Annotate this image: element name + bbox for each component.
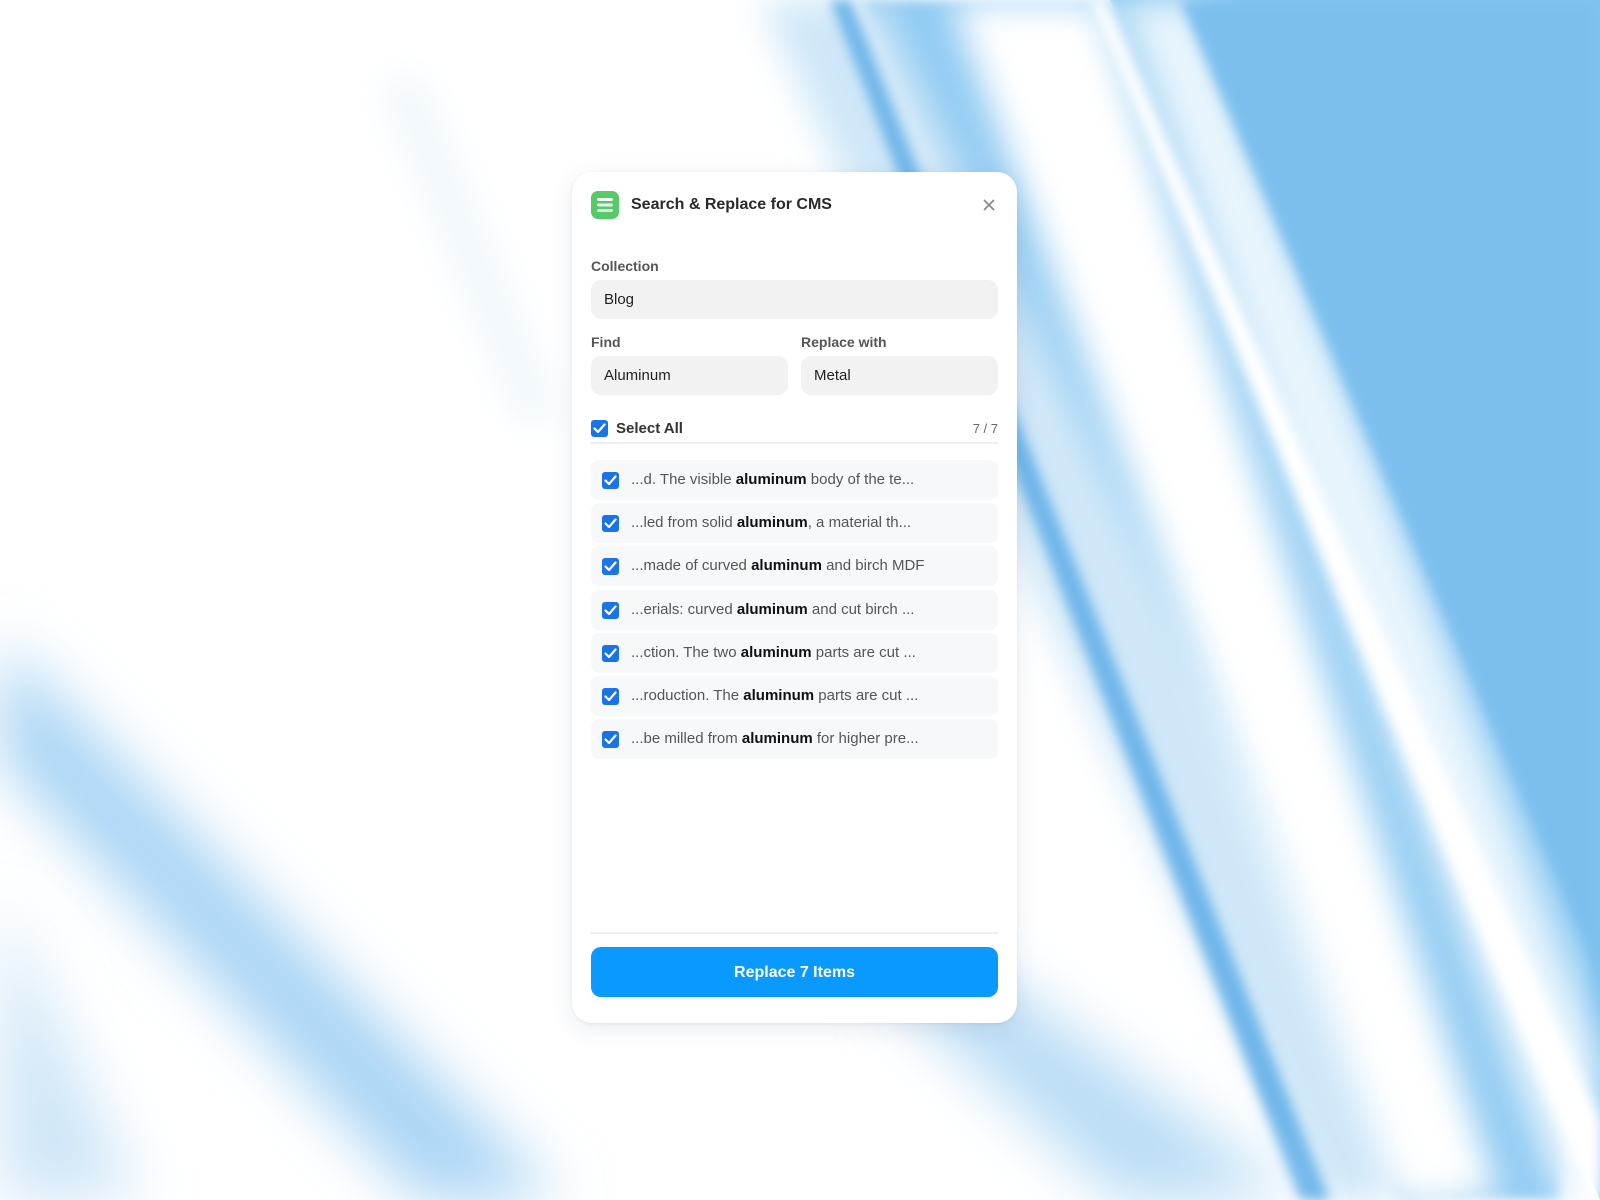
result-snippet: ...made of curved aluminum and birch MDF [631,557,925,574]
match-highlight: aluminum [740,644,812,661]
close-icon [983,199,995,211]
select-all-label: Select All [616,420,683,437]
match-highlight: aluminum [751,557,822,574]
result-snippet: ...erials: curved aluminum and cut birch… [631,601,915,618]
match-highlight: aluminum [735,471,807,488]
result-checkbox[interactable] [602,472,619,489]
find-input[interactable]: Aluminum [591,356,788,395]
replace-label: Replace with [801,334,887,350]
check-icon [604,734,617,745]
result-checkbox[interactable] [602,558,619,575]
check-icon [604,561,617,572]
result-item[interactable]: ...ction. The two aluminum parts are cut… [591,633,998,673]
result-checkbox[interactable] [602,645,619,662]
match-highlight: aluminum [736,514,808,531]
check-icon [604,475,617,486]
replace-items-button[interactable]: Replace 7 Items [591,947,998,997]
select-all-row: Select All 7 / 7 [591,419,998,439]
select-all-checkbox[interactable] [591,420,608,437]
result-item[interactable]: ...be milled from aluminum for higher pr… [591,719,998,759]
dialog-title: Search & Replace for CMS [631,196,832,213]
collection-label: Collection [591,258,659,274]
search-replace-dialog: Search & Replace for CMS Collection Blog… [572,172,1017,1023]
dialog-header: Search & Replace for CMS [591,191,998,219]
match-highlight: aluminum [741,730,813,747]
check-icon [604,605,617,616]
collection-select[interactable]: Blog [591,280,998,319]
result-snippet: ...ction. The two aluminum parts are cut… [631,644,916,661]
result-item[interactable]: ...roduction. The aluminum parts are cut… [591,676,998,716]
result-item[interactable]: ...led from solid aluminum, a material t… [591,503,998,543]
result-checkbox[interactable] [602,602,619,619]
result-snippet: ...be milled from aluminum for higher pr… [631,730,919,747]
result-item[interactable]: ...made of curved aluminum and birch MDF [591,546,998,586]
result-snippet: ...led from solid aluminum, a material t… [631,514,912,531]
check-icon [604,691,617,702]
close-button[interactable] [977,193,1001,217]
result-checkbox[interactable] [602,688,619,705]
match-highlight: aluminum [743,687,815,704]
selection-count: 7 / 7 [972,421,998,436]
find-label: Find [591,334,621,350]
divider [591,442,998,444]
check-icon [604,518,617,529]
result-snippet: ...d. The visible aluminum body of the t… [631,471,915,488]
match-highlight: aluminum [736,601,808,618]
result-item[interactable]: ...d. The visible aluminum body of the t… [591,460,998,500]
replace-input[interactable]: Metal [801,356,998,395]
footer-divider [591,932,998,934]
stacked-layers-icon [591,191,619,219]
check-icon [593,423,606,434]
result-snippet: ...roduction. The aluminum parts are cut… [631,687,919,704]
result-checkbox[interactable] [602,731,619,748]
result-checkbox[interactable] [602,515,619,532]
result-item[interactable]: ...erials: curved aluminum and cut birch… [591,590,998,630]
check-icon [604,648,617,659]
